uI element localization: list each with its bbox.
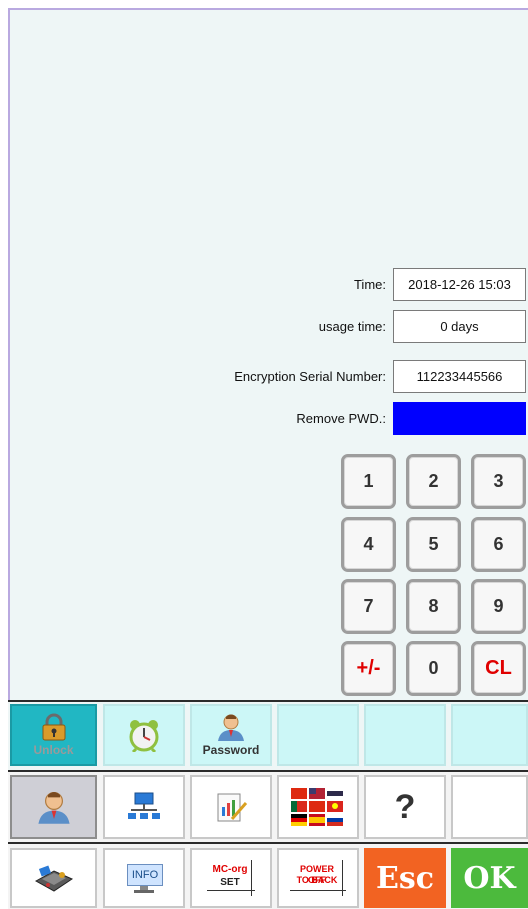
usage-time-field[interactable]: 0 days: [393, 310, 526, 343]
mc-org-label: MC-org: [212, 864, 248, 875]
report-icon: [217, 793, 248, 822]
remove-pwd-field[interactable]: [393, 402, 526, 435]
serial-number-label: Encryption Serial Number:: [234, 369, 386, 384]
user-icon: [218, 714, 244, 741]
info-button[interactable]: INFO: [103, 848, 185, 908]
password-button[interactable]: Password: [190, 704, 272, 766]
key-3[interactable]: 3: [471, 454, 526, 509]
network-icon: [128, 792, 160, 819]
machine-icon: [34, 865, 73, 892]
network-button[interactable]: [103, 775, 185, 839]
to-back-label: TO BACK: [296, 875, 338, 885]
user-icon: [37, 792, 70, 824]
flags-icon: [291, 788, 343, 826]
key-plus-minus[interactable]: +/-: [341, 641, 396, 696]
key-2[interactable]: 2: [406, 454, 461, 509]
time-label: Time:: [353, 277, 386, 292]
key-0[interactable]: 0: [406, 641, 461, 696]
alarm-clock-button[interactable]: [103, 704, 185, 766]
power-off-icon: POWER OFF TO BACK: [290, 860, 346, 896]
help-button[interactable]: ?: [364, 775, 446, 839]
key-8[interactable]: 8: [406, 579, 461, 634]
power-off-button[interactable]: POWER OFF TO BACK: [277, 848, 359, 908]
remove-pwd-label: Remove PWD.:: [296, 411, 386, 426]
esc-button[interactable]: Esc: [364, 848, 446, 908]
mc-org-set-button[interactable]: MC-org SET: [190, 848, 272, 908]
toolbar-row-2: ?: [8, 770, 528, 842]
toolbar2-empty[interactable]: [451, 775, 528, 839]
key-9[interactable]: 9: [471, 579, 526, 634]
key-7[interactable]: 7: [341, 579, 396, 634]
toolbar-row-3: INFO MC-org SET POWER OFF TO BACK Esc OK: [8, 842, 528, 909]
key-clear[interactable]: CL: [471, 641, 526, 696]
key-6[interactable]: 6: [471, 517, 526, 572]
language-button[interactable]: [277, 775, 359, 839]
mc-org-set-icon: MC-org SET: [207, 860, 255, 896]
unlock-button[interactable]: Unlock: [10, 704, 97, 766]
toolbar-row-1: Unlock Password: [8, 700, 528, 770]
user-settings-button[interactable]: [10, 775, 97, 839]
password-label: Password: [202, 743, 260, 757]
toolbar1-empty-1[interactable]: [277, 704, 359, 766]
key-5[interactable]: 5: [406, 517, 461, 572]
set-label: SET: [220, 877, 240, 888]
serial-number-field[interactable]: 112233445566: [393, 360, 526, 393]
ok-button[interactable]: OK: [451, 848, 528, 908]
key-1[interactable]: 1: [341, 454, 396, 509]
ok-label: OK: [463, 860, 516, 896]
esc-label: Esc: [375, 860, 435, 896]
monitor-icon: INFO: [125, 862, 163, 894]
key-4[interactable]: 4: [341, 517, 396, 572]
toolbar1-empty-3[interactable]: [451, 704, 528, 766]
time-field[interactable]: 2018-12-26 15:03: [393, 268, 526, 301]
info-label: INFO: [127, 864, 163, 886]
toolbar1-empty-2[interactable]: [364, 704, 446, 766]
report-button[interactable]: [190, 775, 272, 839]
alarm-clock-icon: [129, 720, 159, 752]
machine-button[interactable]: [10, 848, 97, 908]
lock-icon: [42, 713, 65, 741]
usage-time-label: usage time:: [318, 319, 386, 334]
unlock-label: Unlock: [33, 743, 74, 757]
help-icon: ?: [394, 787, 416, 826]
